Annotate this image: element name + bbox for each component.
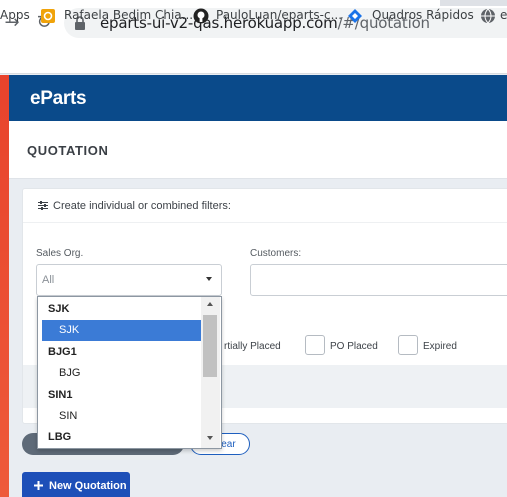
dropdown-group-option[interactable]: BJG1 bbox=[38, 342, 203, 363]
scroll-up-arrow-icon[interactable] bbox=[207, 302, 213, 306]
status-po-placed-label: PO Placed bbox=[330, 341, 378, 352]
option-label: BJG1 bbox=[48, 346, 77, 358]
dropdown-option-selected[interactable]: SJK bbox=[42, 320, 202, 341]
option-label: SIN1 bbox=[48, 389, 73, 401]
sliders-icon bbox=[38, 201, 48, 210]
scrollbar-thumb[interactable] bbox=[203, 315, 217, 377]
chevron-down-icon[interactable] bbox=[206, 277, 212, 281]
scroll-down-arrow-icon[interactable] bbox=[207, 436, 213, 440]
new-quotation-label: New Quotation bbox=[49, 480, 127, 492]
diamond-icon bbox=[348, 9, 362, 23]
side-accent-strip bbox=[0, 75, 9, 497]
dropdown-group-option[interactable]: SIN1 bbox=[38, 385, 203, 406]
option-label: SJK bbox=[48, 303, 70, 315]
bookmark-rafaela[interactable]: Rafaela Bedim Chia... bbox=[64, 8, 193, 22]
dropdown-group-option[interactable]: LBG bbox=[38, 427, 203, 448]
plus-icon bbox=[34, 481, 43, 490]
po-placed-checkbox[interactable] bbox=[305, 335, 325, 355]
expired-checkbox[interactable] bbox=[398, 335, 418, 355]
divider bbox=[23, 222, 507, 223]
github-icon bbox=[193, 8, 209, 24]
sales-org-value: All bbox=[42, 274, 55, 286]
dropdown-group-option[interactable]: SJK bbox=[38, 299, 203, 320]
bookmark-e[interactable]: e bbox=[500, 8, 507, 22]
bookmark-orange-icon bbox=[41, 9, 55, 23]
tab-strip bbox=[440, 0, 507, 6]
option-label: BJG bbox=[59, 367, 81, 379]
status-expired-label: Expired bbox=[423, 341, 457, 352]
dropdown-option[interactable]: BJG bbox=[38, 363, 203, 384]
app-logo[interactable]: eParts bbox=[30, 88, 87, 110]
globe-icon bbox=[481, 8, 495, 24]
sales-org-select[interactable] bbox=[36, 264, 222, 296]
bookmarks-bar bbox=[0, 42, 507, 74]
sales-org-label: Sales Org. bbox=[36, 248, 84, 259]
bookmark-apps[interactable]: Apps bbox=[0, 8, 30, 22]
option-label: LBG bbox=[48, 431, 72, 443]
bookmark-github[interactable]: PauloLuan/eparts-c... bbox=[216, 8, 342, 22]
status-partially-placed-label: rtially Placed bbox=[224, 341, 281, 352]
customers-label: Customers: bbox=[250, 248, 302, 259]
page-title: QUOTATION bbox=[27, 143, 109, 158]
option-label: SIN bbox=[59, 410, 78, 422]
dropdown-option[interactable]: SIN bbox=[38, 406, 203, 427]
sales-org-dropdown[interactable]: SJK SJK BJG1 BJG SIN1 SIN LBG bbox=[37, 296, 222, 449]
bookmark-quadros[interactable]: Quadros Rápidos bbox=[372, 8, 474, 22]
filter-header: Create individual or combined filters: bbox=[53, 200, 231, 212]
customers-input[interactable] bbox=[250, 264, 507, 296]
option-label: SJK bbox=[59, 324, 80, 336]
